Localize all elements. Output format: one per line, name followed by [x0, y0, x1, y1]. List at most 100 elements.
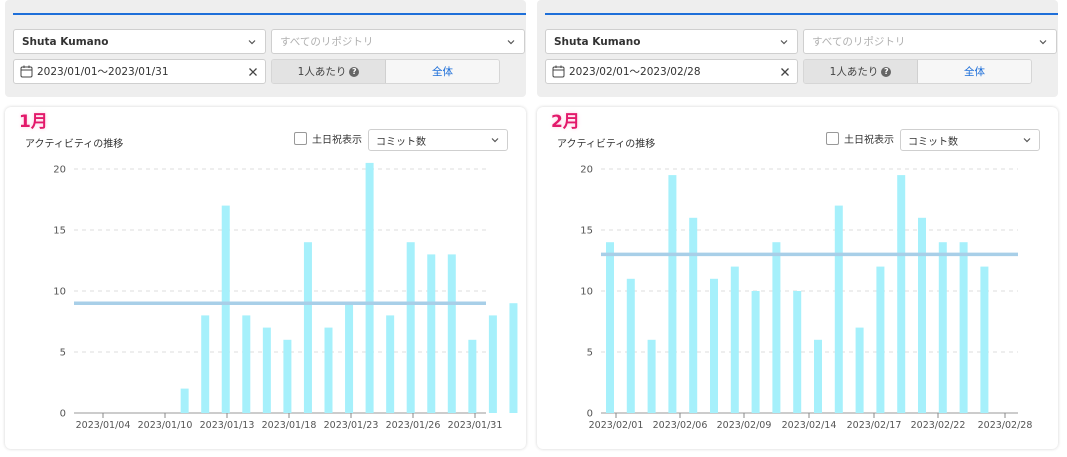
bar[interactable]	[468, 339, 477, 413]
bar[interactable]	[180, 388, 189, 413]
date-range-value: 2023/01/01〜2023/01/31	[37, 66, 169, 78]
holiday-toggle[interactable]: 土日祝表示	[294, 131, 362, 146]
accent-line	[13, 13, 526, 15]
bar[interactable]	[834, 205, 843, 413]
bar[interactable]	[221, 205, 230, 413]
bar[interactable]	[626, 278, 635, 413]
bar[interactable]	[262, 327, 271, 413]
bar[interactable]	[283, 339, 292, 413]
all-button[interactable]: 全体	[386, 60, 499, 83]
bar[interactable]	[386, 315, 395, 413]
x-tick-label: 2023/02/09	[717, 420, 772, 431]
date-range-input[interactable]: 2023/02/01〜2023/02/28	[545, 59, 798, 84]
holiday-toggle[interactable]: 土日祝表示	[826, 131, 894, 146]
chevron-down-icon	[1038, 37, 1048, 47]
bar[interactable]	[406, 242, 415, 413]
holiday-checkbox[interactable]	[294, 132, 307, 145]
metric-select-value: コミット数	[376, 136, 426, 148]
calendar-icon	[552, 65, 565, 78]
bar[interactable]	[772, 242, 781, 413]
month-label: 2月	[551, 112, 580, 132]
clear-icon[interactable]	[779, 66, 791, 78]
bar[interactable]	[751, 291, 760, 413]
filter-box: Shuta Kumano すべてのリポジトリ 2023/02/01〜2023/0…	[537, 0, 1058, 97]
bar[interactable]	[201, 315, 210, 413]
holiday-checkbox[interactable]	[826, 132, 839, 145]
clear-icon[interactable]	[247, 66, 259, 78]
x-tick-label: 2023/01/23	[324, 420, 379, 431]
x-tick-label: 2023/02/22	[911, 420, 966, 431]
bar[interactable]	[710, 278, 718, 413]
bar[interactable]	[814, 339, 822, 413]
holiday-label: 土日祝表示	[312, 135, 362, 146]
panel-february: Shuta Kumano すべてのリポジトリ 2023/02/01〜2023/0…	[537, 0, 1058, 457]
bar[interactable]	[897, 175, 906, 413]
all-label: 全体	[964, 66, 985, 78]
bar[interactable]	[447, 254, 456, 413]
user-select[interactable]: Shuta Kumano	[545, 29, 798, 54]
bar[interactable]	[855, 327, 864, 413]
chevron-down-icon	[490, 135, 500, 145]
bar[interactable]	[242, 315, 251, 413]
bar[interactable]	[959, 242, 968, 413]
bar[interactable]	[303, 242, 312, 413]
x-tick-label: 2023/01/10	[138, 420, 193, 431]
repository-select-placeholder: すべてのリポジトリ	[280, 36, 374, 48]
y-tick-label: 5	[587, 348, 593, 359]
all-label: 全体	[432, 66, 453, 78]
bar[interactable]	[730, 266, 739, 413]
calendar-icon	[20, 65, 33, 78]
per-person-button[interactable]: 1人あたり ?	[272, 60, 386, 83]
y-tick-label: 0	[60, 409, 66, 420]
activity-card: 1月 アクティビティの推移 土日祝表示 コミット数 0 5 10 15 20 2023/0…	[5, 107, 526, 449]
metric-select-value: コミット数	[908, 136, 958, 148]
x-tick-label: 2023/02/14	[782, 420, 837, 431]
bar[interactable]	[918, 217, 926, 413]
bar[interactable]	[427, 254, 436, 413]
repository-select-placeholder: すべてのリポジトリ	[812, 36, 906, 48]
date-range-value: 2023/02/01〜2023/02/28	[569, 66, 701, 78]
activity-chart: 0 5 10 15 20 2023/01/04 2023/01/10 2023/01/13 20…	[53, 162, 518, 431]
bar[interactable]	[876, 266, 885, 413]
y-tick-label: 5	[60, 348, 66, 359]
bar[interactable]	[980, 266, 989, 413]
bar[interactable]	[606, 242, 614, 413]
date-range-input[interactable]: 2023/01/01〜2023/01/31	[13, 59, 266, 84]
help-icon[interactable]: ?	[881, 66, 892, 77]
accent-line	[545, 13, 1058, 15]
repository-select[interactable]: すべてのリポジトリ	[271, 29, 525, 54]
x-tick-label: 2023/02/01	[589, 420, 644, 431]
panel-january: Shuta Kumano すべてのリポジトリ 2023/01/01〜2023/0…	[5, 0, 526, 457]
per-person-button[interactable]: 1人あたり ?	[804, 60, 918, 83]
user-select-value: Shuta Kumano	[22, 35, 109, 48]
month-label: 1月	[19, 112, 48, 132]
aggregation-toggle: 1人あたり ? 全体	[803, 59, 1032, 84]
bar[interactable]	[488, 315, 497, 413]
bar[interactable]	[509, 303, 518, 413]
chevron-down-icon	[506, 37, 516, 47]
bar[interactable]	[647, 339, 656, 413]
help-icon[interactable]: ?	[349, 66, 360, 77]
x-tick-label: 2023/02/06	[653, 420, 708, 431]
bar[interactable]	[324, 327, 333, 413]
bar[interactable]	[345, 303, 354, 413]
x-tick-label: 2023/01/26	[386, 420, 441, 431]
x-tick-label: 2023/01/18	[262, 420, 317, 431]
bar[interactable]	[689, 217, 698, 413]
bar[interactable]	[938, 242, 947, 413]
y-tick-label: 10	[53, 287, 66, 298]
per-person-label: 1人あたり	[297, 66, 347, 78]
y-tick-label: 15	[53, 226, 66, 237]
x-tick-label: 2023/02/17	[847, 420, 902, 431]
per-person-label: 1人あたり	[829, 66, 879, 78]
all-button[interactable]: 全体	[918, 60, 1031, 83]
repository-select[interactable]: すべてのリポジトリ	[803, 29, 1057, 54]
user-select[interactable]: Shuta Kumano	[13, 29, 266, 54]
user-select-value: Shuta Kumano	[554, 35, 641, 48]
bar[interactable]	[365, 162, 374, 413]
bar[interactable]	[793, 291, 802, 413]
activity-chart: 0 5 10 15 20 2023/02/01 2023/02/06 2023/02/09 20…	[580, 165, 1032, 432]
y-tick-label: 10	[580, 287, 593, 298]
bar[interactable]	[668, 175, 677, 413]
chevron-down-icon	[779, 37, 789, 47]
